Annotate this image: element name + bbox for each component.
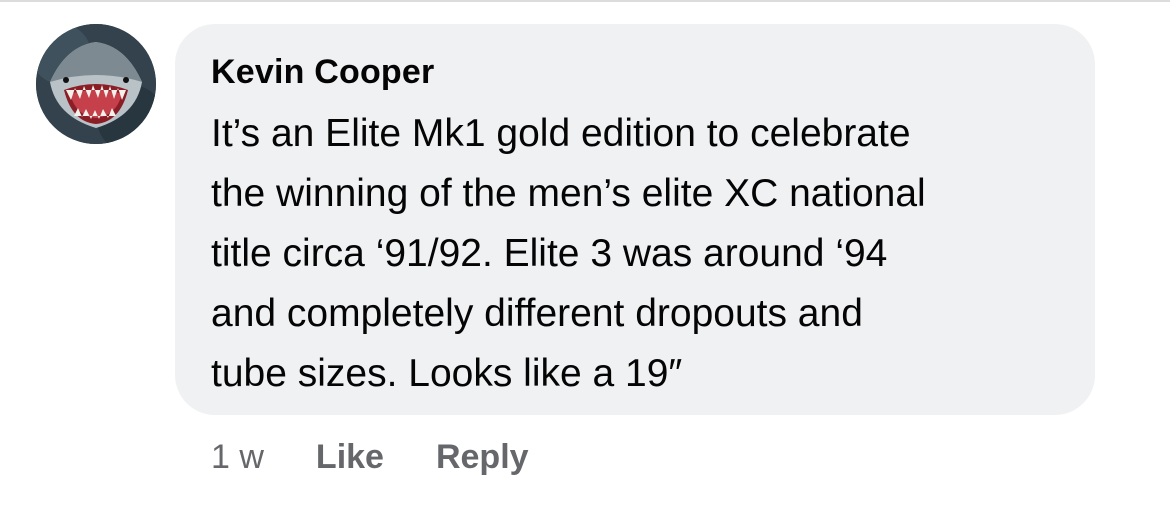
- comment-timestamp[interactable]: 1 w: [211, 438, 264, 477]
- comment-body: It’s an Elite Mk1 gold edition to celebr…: [211, 104, 1081, 404]
- top-divider: [0, 0, 1170, 2]
- avatar[interactable]: [36, 24, 156, 144]
- comment-author[interactable]: Kevin Cooper: [211, 48, 434, 96]
- comment-line: and completely different dropouts and: [211, 292, 863, 335]
- like-button[interactable]: Like: [316, 438, 384, 477]
- comment-line: the winning of the men’s elite XC nation…: [211, 172, 926, 215]
- comment-line: tube sizes. Looks like a 19″: [211, 352, 683, 395]
- shark-avatar-icon: [36, 24, 156, 144]
- comment-line: title circa ‘91/92. Elite 3 was around ‘…: [211, 232, 888, 275]
- reply-button[interactable]: Reply: [436, 438, 529, 477]
- comment-actions: 1 w Like Reply: [211, 432, 529, 482]
- comment-line: It’s an Elite Mk1 gold edition to celebr…: [211, 112, 911, 155]
